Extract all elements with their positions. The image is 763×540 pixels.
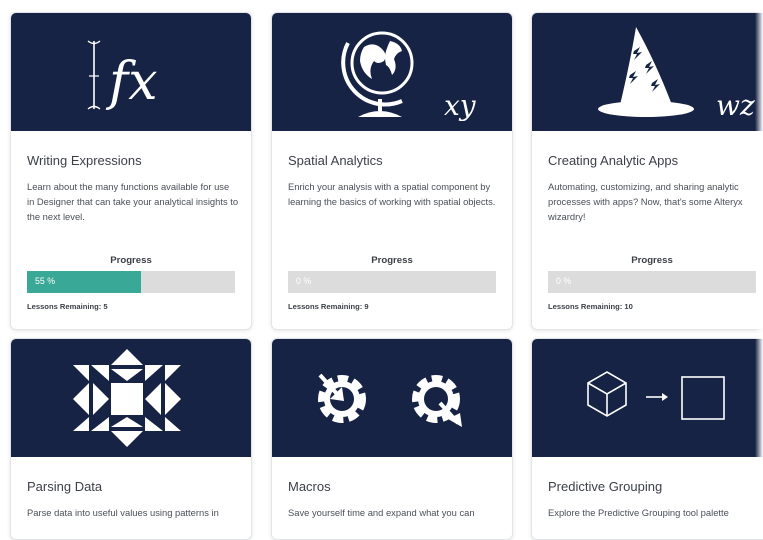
progress-bar: 0 %: [288, 271, 496, 293]
scroll-edge-fade: [755, 0, 763, 529]
quilt-pattern-icon: [73, 349, 181, 447]
card-title[interactable]: Macros: [288, 479, 331, 494]
card-title[interactable]: Creating Analytic Apps: [548, 153, 678, 168]
card-description: Save yourself time and expand what you c…: [288, 507, 475, 518]
card-title[interactable]: Spatial Analytics: [288, 153, 383, 168]
progress-percent: 0 %: [296, 276, 312, 286]
course-card-spatial-analytics[interactable]: xy Spatial Analytics Enrich your analysi…: [271, 12, 513, 330]
card-title[interactable]: Parsing Data: [27, 479, 102, 494]
wizard-hat-icon: wz: [598, 27, 755, 122]
gears-icon: [318, 373, 462, 427]
card-banner: wz: [532, 13, 763, 131]
svg-text:fx: fx: [105, 52, 158, 112]
progress-label: Progress: [110, 255, 152, 266]
course-card-creating-analytic-apps[interactable]: wz Creating Analytic Apps Automating, cu…: [531, 12, 763, 330]
course-card-predictive-grouping[interactable]: Predictive Grouping Explore the Predicti…: [531, 338, 763, 540]
card-description: Automating, customizing, and sharing ana…: [548, 181, 743, 222]
progress-label: Progress: [631, 255, 673, 266]
cube-to-square-icon: [587, 371, 725, 420]
progress-percent: 0 %: [556, 276, 572, 286]
card-banner: xy: [272, 13, 512, 131]
course-card-parsing-data[interactable]: Parsing Data Parse data into useful valu…: [10, 338, 252, 540]
card-banner: [532, 339, 763, 457]
lessons-remaining: Lessons Remaining: 5: [27, 302, 108, 311]
card-banner: [272, 339, 512, 457]
function-fx-icon: fx: [87, 40, 158, 112]
svg-text:wz: wz: [716, 89, 755, 122]
card-banner: fx: [11, 13, 251, 131]
progress-label: Progress: [371, 255, 413, 266]
card-description: Learn about the many functions available…: [27, 181, 239, 222]
card-title[interactable]: Predictive Grouping: [548, 479, 662, 494]
svg-text:xy: xy: [444, 89, 477, 122]
course-card-writing-expressions[interactable]: fx Writing Expressions Learn about the m…: [10, 12, 252, 330]
progress-bar: 55 %: [27, 271, 235, 293]
globe-icon: xy: [341, 31, 477, 122]
lessons-remaining: Lessons Remaining: 10: [548, 302, 633, 311]
card-title[interactable]: Writing Expressions: [27, 153, 142, 168]
card-description: Explore the Predictive Grouping tool pal…: [548, 507, 729, 518]
progress-bar: 0 %: [548, 271, 756, 293]
card-description: Parse data into useful values using patt…: [27, 507, 219, 518]
lessons-remaining: Lessons Remaining: 9: [288, 302, 369, 311]
course-card-macros[interactable]: Macros Save yourself time and expand wha…: [271, 338, 513, 540]
card-description: Enrich your analysis with a spatial comp…: [288, 181, 496, 207]
progress-percent: 55 %: [35, 276, 56, 286]
card-banner: [11, 339, 251, 457]
